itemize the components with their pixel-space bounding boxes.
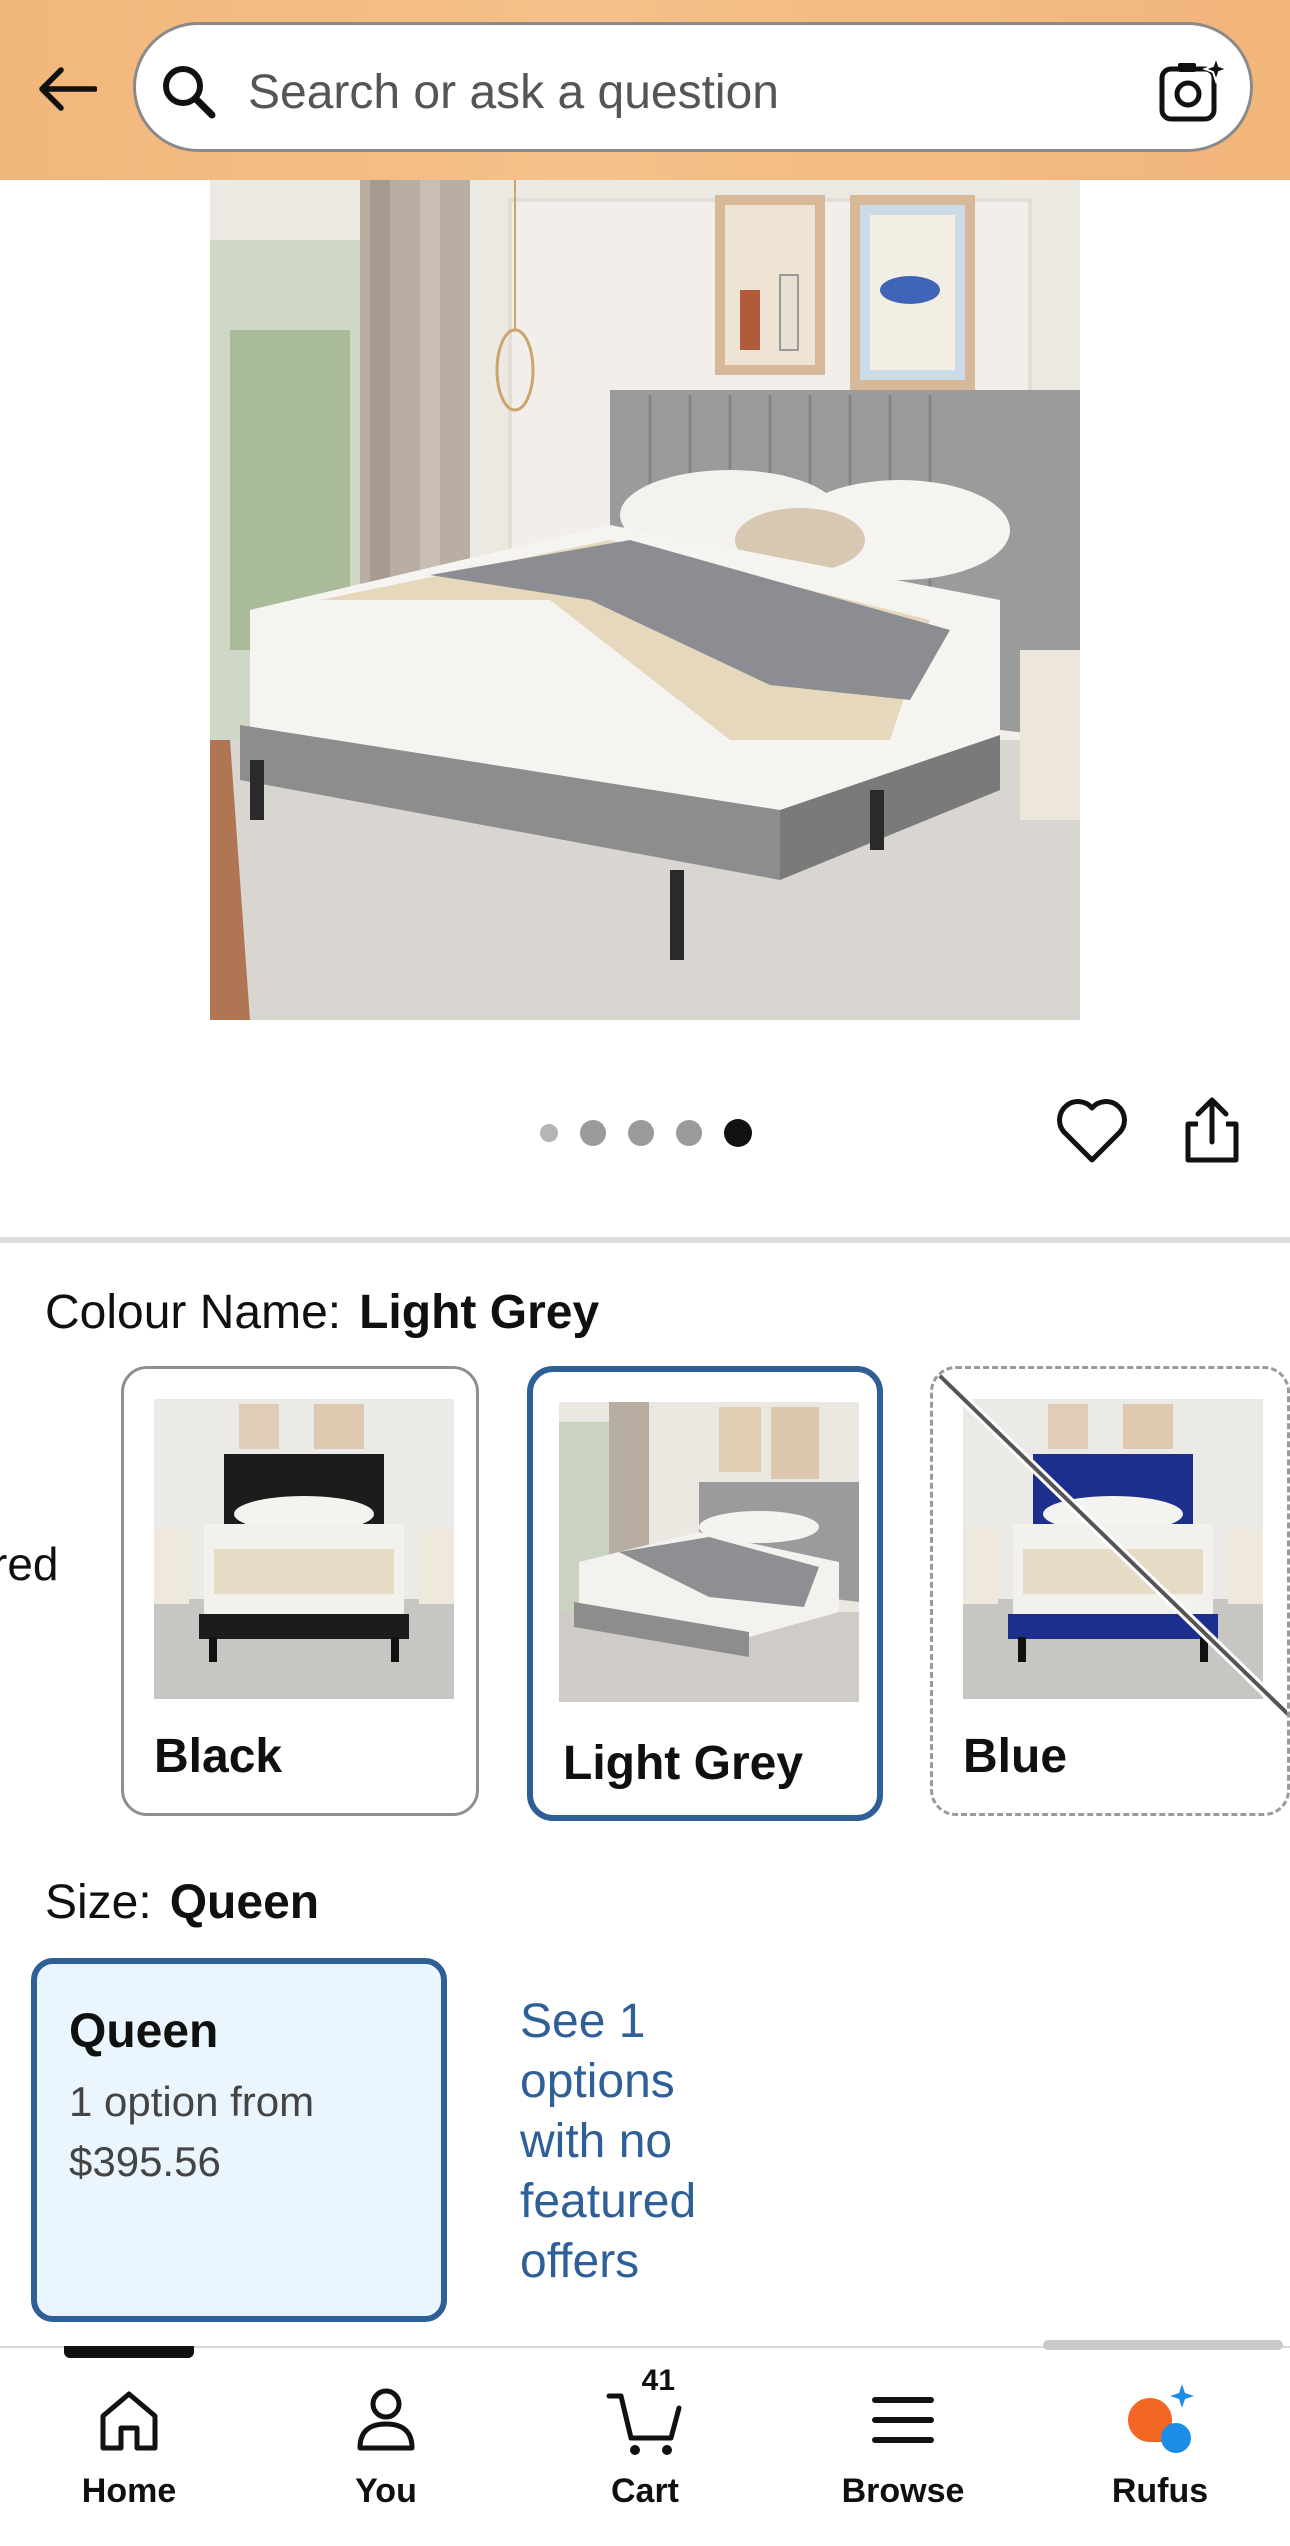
carousel-dot-active[interactable]: [724, 1119, 752, 1147]
nav-browse[interactable]: Browse: [803, 2370, 1003, 2520]
camera-search-icon[interactable]: [1156, 55, 1228, 127]
swatch-label: Blue: [963, 1730, 1068, 1783]
scroll-indicator: [1043, 2340, 1283, 2350]
bed-photo: [210, 180, 1080, 1020]
nav-cart[interactable]: 41 Cart: [545, 2364, 745, 2520]
nav-you[interactable]: You: [286, 2370, 486, 2520]
heart-icon[interactable]: [1055, 1098, 1129, 1166]
carousel-dot[interactable]: [628, 1120, 654, 1146]
size-row: Size: Queen: [45, 1875, 319, 1930]
nav-label: Rufus: [1111, 2472, 1209, 2510]
size-option-title: Queen: [69, 2005, 219, 2058]
colour-label: Colour Name:: [45, 1286, 342, 1339]
cart-count-badge: 41: [641, 2364, 676, 2397]
size-option-price: 1 option from $395.56: [69, 2078, 315, 2185]
user-icon: [357, 2388, 415, 2451]
menu-icon: [872, 2397, 934, 2443]
colour-swatch-black[interactable]: Black: [121, 1366, 479, 1816]
colour-swatch-blue[interactable]: Blue: [930, 1366, 1290, 1816]
nav-home[interactable]: Home: [29, 2370, 229, 2520]
see-options-link[interactable]: See 1 options with no featured offers: [520, 1992, 750, 2292]
truncated-text: red: [0, 1538, 59, 1590]
nav-label: Cart: [610, 2472, 680, 2510]
swatch-label: Light Grey: [563, 1737, 804, 1790]
image-carousel-dots[interactable]: [540, 1118, 752, 1148]
share-icon[interactable]: [1180, 1094, 1244, 1166]
colour-name-row: Colour Name: Light Grey: [45, 1285, 599, 1340]
colour-selected-value: Light Grey: [359, 1286, 600, 1339]
size-label: Size:: [45, 1876, 152, 1929]
rufus-icon: [1128, 2384, 1194, 2453]
carousel-dot[interactable]: [580, 1120, 606, 1146]
colour-swatch-light-grey[interactable]: Light Grey: [527, 1366, 883, 1821]
active-tab-indicator: [64, 2346, 194, 2358]
section-divider: [0, 1237, 1290, 1243]
swatch-label: Black: [154, 1730, 283, 1783]
back-arrow-icon: [39, 67, 97, 111]
carousel-dot[interactable]: [676, 1120, 702, 1146]
nav-label: Home: [81, 2472, 177, 2510]
swatch-image: [154, 1399, 454, 1699]
nav-label: You: [355, 2472, 417, 2510]
size-selected-value: Queen: [169, 1876, 320, 1929]
back-button[interactable]: [28, 50, 106, 128]
swatch-image: [963, 1399, 1263, 1699]
nav-label: Browse: [841, 2472, 965, 2510]
search-icon: [163, 66, 216, 119]
top-bar: Search or ask a question: [0, 0, 1290, 180]
swatch-image: [559, 1402, 859, 1702]
product-image[interactable]: [210, 180, 1080, 1020]
search-input[interactable]: Search or ask a question: [133, 22, 1253, 152]
nav-rufus[interactable]: Rufus: [1060, 2370, 1260, 2520]
size-option-queen[interactable]: Queen 1 option from $395.56: [31, 1958, 447, 2322]
carousel-dot[interactable]: [540, 1124, 558, 1142]
home-icon: [100, 2391, 158, 2451]
search-placeholder: Search or ask a question: [248, 66, 779, 119]
